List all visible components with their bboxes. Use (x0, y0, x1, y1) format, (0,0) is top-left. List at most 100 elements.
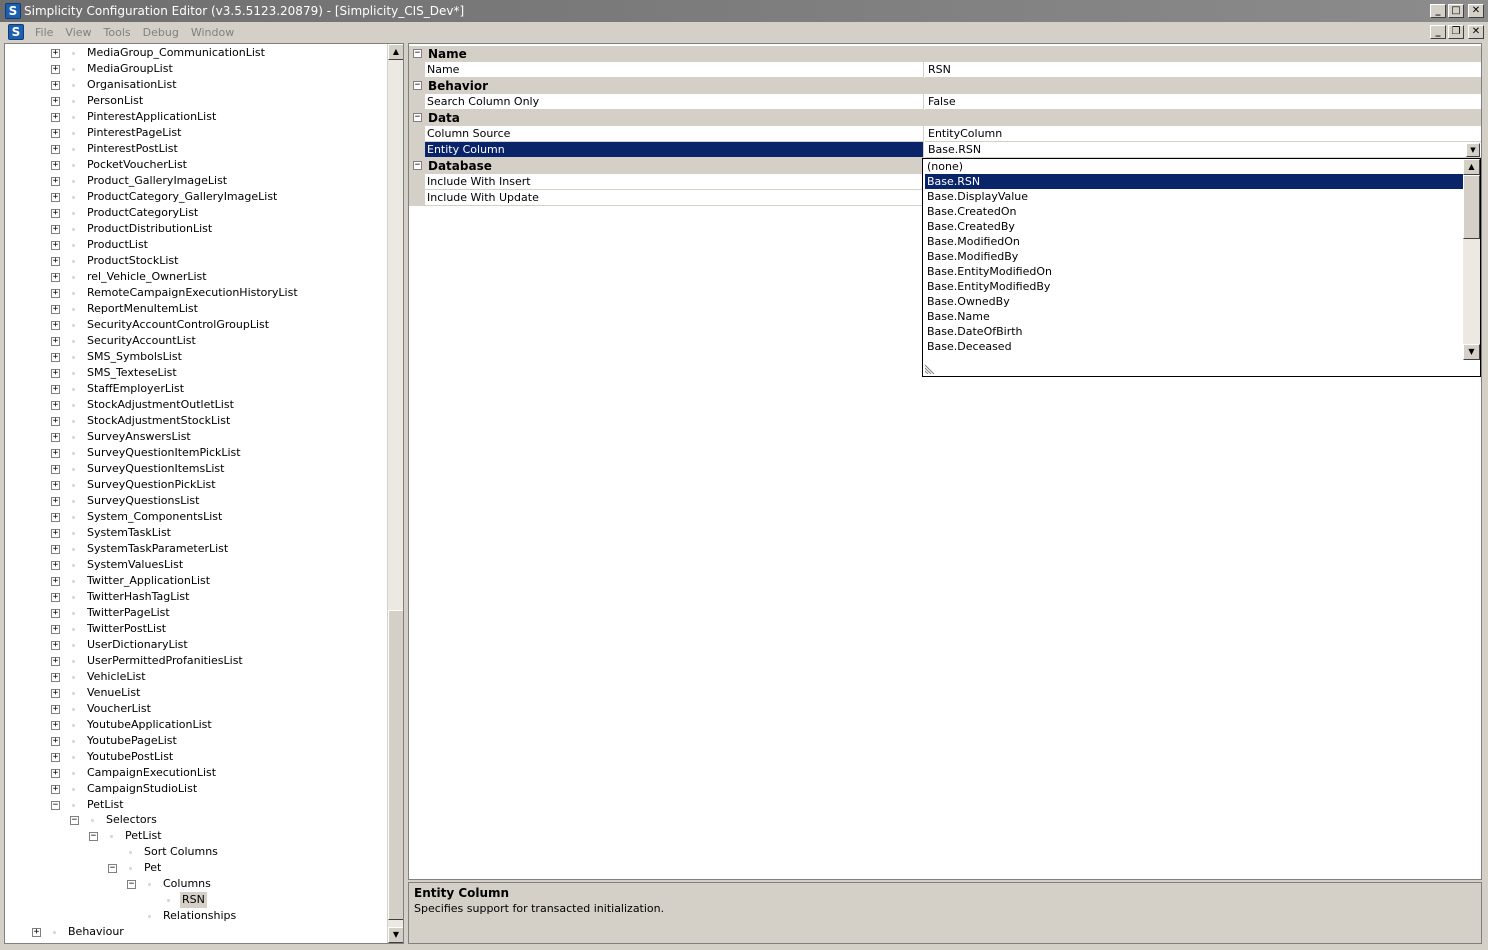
dropdown-option[interactable]: Base.DateOfBirth (925, 324, 1463, 339)
expand-icon[interactable]: + (51, 353, 60, 362)
expand-icon[interactable]: + (51, 49, 60, 58)
property-row-name[interactable]: Name RSN (409, 62, 1481, 78)
collapse-icon[interactable]: − (413, 161, 422, 170)
property-value[interactable]: False (925, 94, 1481, 110)
dropdown-option[interactable]: Base.OwnedBy (925, 294, 1463, 309)
tree-item-list[interactable]: + PinterestApplicationList (5, 109, 385, 125)
tree-item-list[interactable]: + SMS_SymbolsList (5, 349, 385, 365)
expand-icon[interactable]: + (51, 785, 60, 794)
tree-item-list[interactable]: + ProductStockList (5, 253, 385, 269)
tree-item-list[interactable]: + VoucherList (5, 701, 385, 717)
collapse-icon[interactable]: − (413, 113, 422, 122)
tree-item-list[interactable]: + CampaignStudioList (5, 781, 385, 797)
mdi-restore-button[interactable]: ❐ (1448, 25, 1464, 39)
tree-item-list[interactable]: + TwitterPostList (5, 621, 385, 637)
expand-icon[interactable]: + (51, 225, 60, 234)
scroll-thumb[interactable] (388, 610, 403, 920)
tree-item-sort-columns[interactable]: Sort Columns (5, 844, 385, 860)
tree-item-list[interactable]: + StockAdjustmentOutletList (5, 397, 385, 413)
dropdown-option[interactable]: Base.Deceased (925, 339, 1463, 354)
property-value[interactable]: EntityColumn (925, 126, 1481, 142)
dropdown-option[interactable]: Base.ModifiedOn (925, 234, 1463, 249)
configuration-tree[interactable]: + MediaGroup_CommunicationList + MediaGroup… (4, 43, 404, 944)
tree-item-list[interactable]: + StockAdjustmentStockList (5, 413, 385, 429)
expand-icon[interactable]: + (51, 737, 60, 746)
tree-item-list[interactable]: + Twitter_ApplicationList (5, 573, 385, 589)
tree-item-list[interactable]: + VehicleList (5, 669, 385, 685)
tree-item-list[interactable]: + PocketVoucherList (5, 157, 385, 173)
collapse-icon[interactable]: − (413, 81, 422, 90)
tree-item-list[interactable]: + SystemTaskList (5, 525, 385, 541)
property-row-column-source[interactable]: Column Source EntityColumn (409, 126, 1481, 142)
category-name[interactable]: − Name (409, 46, 1481, 62)
expand-icon[interactable]: + (51, 401, 60, 410)
collapse-icon[interactable]: − (413, 49, 422, 58)
tree-item-list[interactable]: + SurveyQuestionItemsList (5, 461, 385, 477)
property-row-entity-column[interactable]: Entity Column Base.RSN ▼ (409, 142, 1481, 158)
dropdown-option[interactable]: Base.ModifiedBy (925, 249, 1463, 264)
mdi-minimize-button[interactable]: _ (1430, 25, 1446, 39)
tree-item-list[interactable]: + SecurityAccountList (5, 333, 385, 349)
menu-debug[interactable]: Debug (137, 26, 185, 39)
expand-icon[interactable]: + (51, 113, 60, 122)
category-behavior[interactable]: − Behavior (409, 78, 1481, 94)
tree-item-list[interactable]: + SystemValuesList (5, 557, 385, 573)
tree-item-list[interactable]: + YoutubeApplicationList (5, 717, 385, 733)
tree-item-list[interactable]: + CampaignExecutionList (5, 765, 385, 781)
tree-item-list[interactable]: + TwitterPageList (5, 605, 385, 621)
dropdown-option[interactable]: (none) (925, 159, 1463, 174)
scroll-up-arrow-icon[interactable]: ▲ (1463, 159, 1480, 175)
expand-icon[interactable]: + (51, 545, 60, 554)
tree-item-list[interactable]: + ReportMenuItemList (5, 301, 385, 317)
expand-icon[interactable]: + (51, 193, 60, 202)
tree-item-pet[interactable]: − Pet (5, 860, 385, 876)
dropdown-scrollbar[interactable]: ▲ ▼ (1463, 159, 1480, 360)
tree-item-selectors[interactable]: − Selectors (5, 812, 385, 828)
expand-icon[interactable]: + (51, 753, 60, 762)
expand-icon[interactable]: + (51, 81, 60, 90)
expand-icon[interactable]: + (51, 385, 60, 394)
expand-icon[interactable]: + (51, 433, 60, 442)
category-data[interactable]: − Data (409, 110, 1481, 126)
expand-icon[interactable]: + (51, 513, 60, 522)
menu-file[interactable]: File (29, 26, 59, 39)
expand-icon[interactable]: + (51, 145, 60, 154)
expand-icon[interactable]: + (51, 721, 60, 730)
dropdown-option[interactable]: Base.CreatedOn (925, 204, 1463, 219)
tree-item-list[interactable]: + System_ComponentsList (5, 509, 385, 525)
expand-icon[interactable]: + (51, 241, 60, 250)
expand-icon[interactable]: + (51, 65, 60, 74)
tree-scrollbar[interactable]: ▲ ▼ (387, 44, 403, 943)
tree-item-list[interactable]: + PinterestPostList (5, 141, 385, 157)
expand-icon[interactable]: + (51, 593, 60, 602)
minimize-button[interactable]: _ (1430, 4, 1446, 18)
tree-item-list[interactable]: + UserPermittedProfanitiesList (5, 653, 385, 669)
expand-icon[interactable]: + (51, 289, 60, 298)
tree-item-list[interactable]: + MediaGroup_CommunicationList (5, 45, 385, 61)
tree-item-list[interactable]: + SystemTaskParameterList (5, 541, 385, 557)
expand-icon[interactable]: + (51, 689, 60, 698)
tree-item-columns[interactable]: − Columns (5, 876, 385, 892)
dropdown-option[interactable]: Base.DisplayValue (925, 189, 1463, 204)
menu-tools[interactable]: Tools (98, 26, 137, 39)
collapse-icon[interactable]: − (127, 880, 136, 889)
expand-icon[interactable]: + (51, 177, 60, 186)
expand-icon[interactable]: + (51, 449, 60, 458)
expand-icon[interactable]: + (51, 97, 60, 106)
expand-icon[interactable]: + (51, 609, 60, 618)
expand-icon[interactable]: + (51, 337, 60, 346)
expand-icon[interactable]: + (51, 161, 60, 170)
document-icon[interactable]: S (8, 24, 24, 40)
dropdown-option[interactable]: Base.EntityModifiedBy (925, 279, 1463, 294)
expand-icon[interactable]: + (51, 465, 60, 474)
tree-item-list[interactable]: + RemoteCampaignExecutionHistoryList (5, 285, 385, 301)
collapse-icon[interactable]: − (70, 816, 79, 825)
scroll-down-arrow-icon[interactable]: ▼ (388, 927, 403, 943)
expand-icon[interactable]: + (51, 321, 60, 330)
tree-item-selector-petlist[interactable]: − PetList (5, 828, 385, 844)
close-button[interactable]: ✕ (1468, 4, 1484, 18)
expand-icon[interactable]: + (51, 529, 60, 538)
tree-item-list[interactable]: + ProductDistributionList (5, 221, 385, 237)
mdi-close-button[interactable]: ✕ (1468, 25, 1484, 39)
tree-item-list[interactable]: + SurveyQuestionItemPickList (5, 445, 385, 461)
